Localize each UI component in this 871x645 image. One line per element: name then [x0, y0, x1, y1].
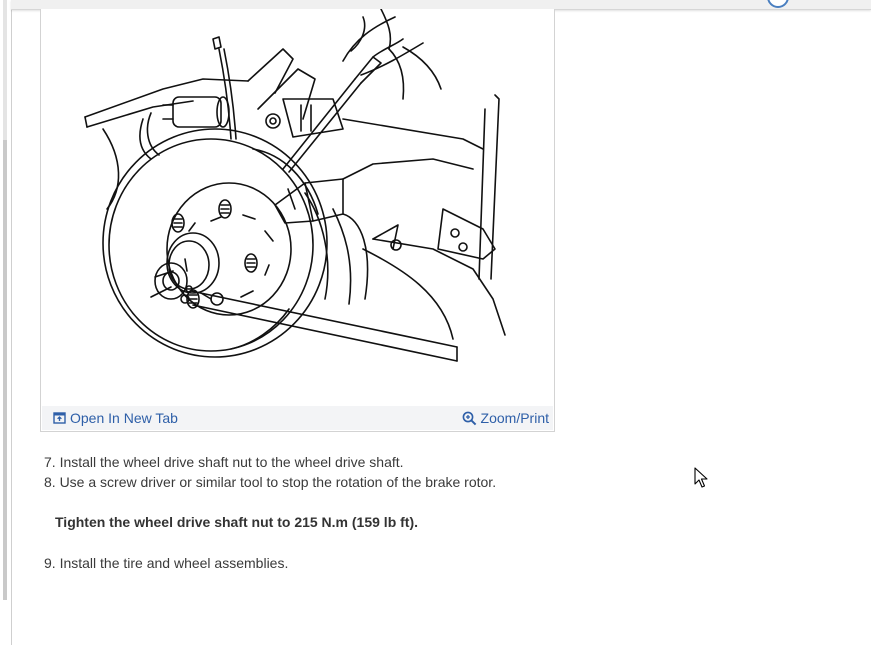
- procedure-steps: 7. Install the wheel drive shaft nut to …: [44, 452, 744, 492]
- open-in-new-tab-link[interactable]: Open In New Tab: [53, 410, 178, 426]
- left-scrollbar[interactable]: [0, 0, 12, 645]
- figure-container: Open In New Tab Zoom/Print: [40, 9, 555, 432]
- header-circle-button[interactable]: [767, 0, 789, 8]
- mouse-pointer-icon: [694, 467, 708, 488]
- scroll-track: [3, 0, 7, 140]
- open-in-new-tab-label: Open In New Tab: [70, 410, 178, 426]
- open-new-tab-icon: [53, 412, 66, 424]
- figure-toolbar: Open In New Tab Zoom/Print: [42, 406, 553, 430]
- step-8-text: 8. Use a screw driver or similar tool to…: [44, 474, 497, 490]
- zoom-print-link[interactable]: Zoom/Print: [462, 410, 549, 426]
- torque-specification: Tighten the wheel drive shaft nut to 215…: [55, 514, 419, 530]
- scroll-thumb[interactable]: [3, 140, 7, 600]
- step-7-text: 7. Install the wheel drive shaft nut to …: [44, 454, 404, 470]
- brake-rotor-illustration: [84, 9, 506, 362]
- zoom-print-label: Zoom/Print: [480, 410, 549, 426]
- zoom-in-icon: [462, 411, 476, 425]
- step-9-text: 9. Install the tire and wheel assemblies…: [44, 555, 289, 571]
